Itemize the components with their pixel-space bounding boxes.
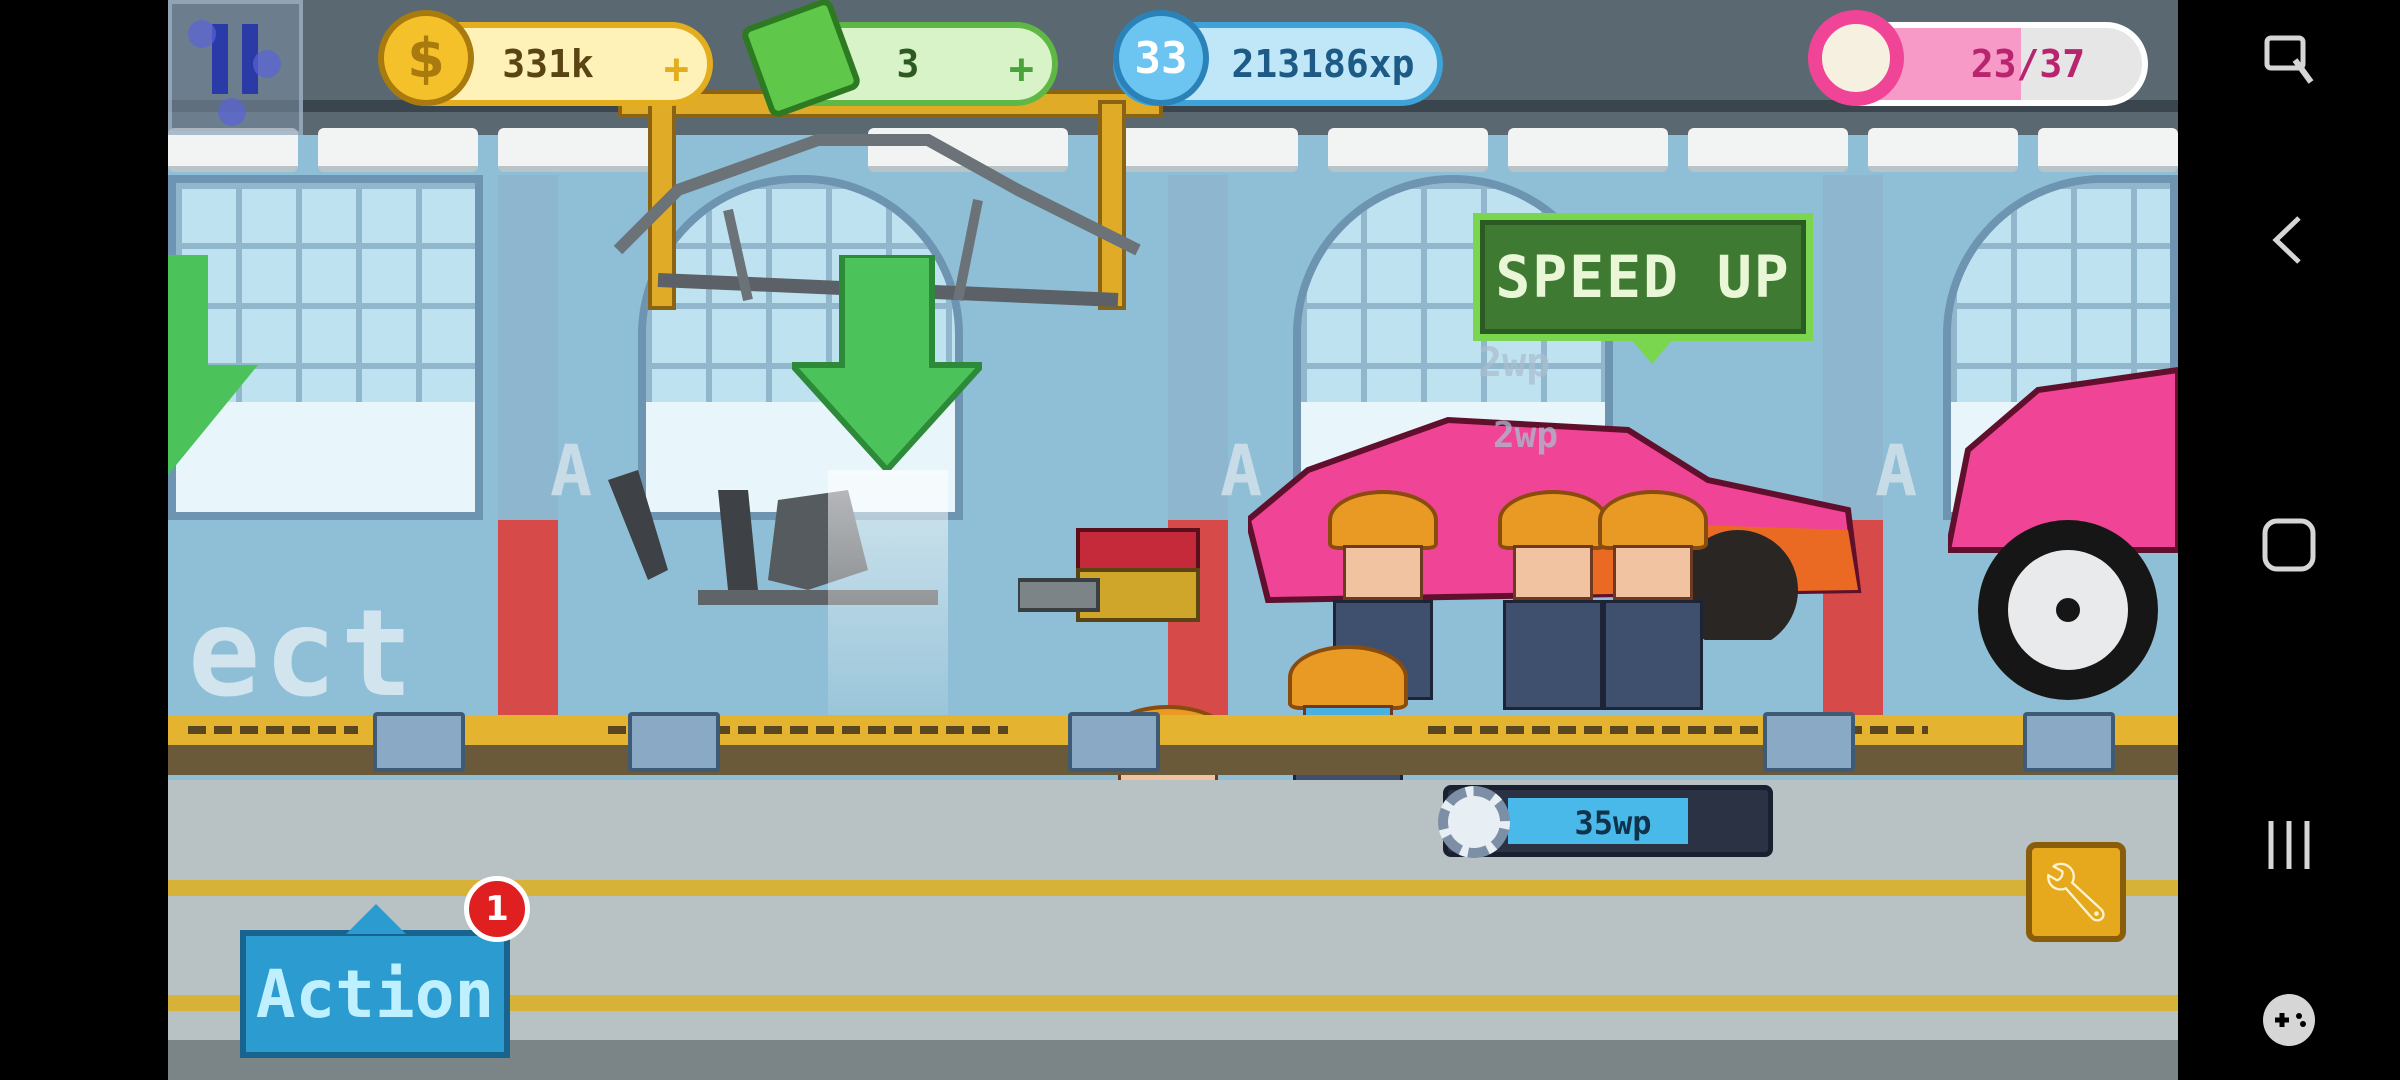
- speed-up-button[interactable]: SPEED UP: [1473, 213, 1813, 364]
- floating-wp-text: 2wp: [1493, 415, 1559, 456]
- game-viewport[interactable]: A A A ect SPEED UP 2wp 2wp 35wp Action 1…: [168, 0, 2178, 1080]
- conveyor-block: [373, 712, 465, 772]
- donut-value: 23/37: [1970, 42, 2086, 86]
- conveyor-block: [2023, 712, 2115, 772]
- conveyor-block: [628, 712, 720, 772]
- coins-value: 331k: [502, 42, 594, 86]
- dollar-coin-icon: $: [378, 10, 474, 106]
- ceiling-light: [1688, 128, 1848, 172]
- down-arrow-icon: [168, 255, 258, 475]
- station-letter: A: [1875, 430, 1918, 512]
- cash-value: 3: [896, 42, 920, 86]
- pause-menu-button[interactable]: [168, 0, 303, 135]
- red-wall-panel: [498, 520, 558, 720]
- level-badge-icon: 33: [1113, 10, 1209, 106]
- background-sign-text: ect: [188, 585, 417, 724]
- rail-marking: [188, 726, 358, 734]
- ceiling-light: [1868, 128, 2018, 172]
- conveyor-block: [1763, 712, 1855, 772]
- add-coins-icon[interactable]: +: [664, 44, 689, 93]
- ceiling-light: [1328, 128, 1488, 172]
- donut-icon: [1808, 10, 1904, 106]
- down-arrow-icon: [792, 255, 982, 470]
- level-value: 33: [1134, 32, 1188, 84]
- home-icon[interactable]: [2178, 490, 2400, 600]
- finished-car: [1948, 366, 2178, 700]
- system-navigation-bar: [2178, 0, 2400, 1080]
- action-notification-badge: 1: [464, 876, 530, 942]
- game-tools-icon[interactable]: [2178, 965, 2400, 1075]
- ceiling-light: [1508, 128, 1668, 172]
- ceiling-light: [2038, 128, 2178, 172]
- screen-capture-icon[interactable]: [2178, 5, 2400, 115]
- worker-character[interactable]: [1588, 490, 1718, 720]
- station-letter: A: [550, 430, 593, 512]
- light-beam: [828, 470, 948, 715]
- ceiling-light: [318, 128, 478, 172]
- wrench-upgrade-button[interactable]: 🔧︎: [2026, 842, 2126, 942]
- work-points-label: 35wp: [1574, 804, 1652, 842]
- work-points-bar: 35wp: [1438, 785, 1773, 858]
- recent-apps-icon[interactable]: [2178, 790, 2400, 900]
- conveyor-block: [1068, 712, 1160, 772]
- floating-wp-text: 2wp: [1478, 340, 1551, 386]
- menu-icon: [188, 20, 281, 126]
- gear-icon: [1438, 786, 1510, 858]
- action-button[interactable]: Action: [240, 904, 510, 1058]
- add-cash-icon[interactable]: +: [1009, 44, 1034, 93]
- back-icon[interactable]: [2178, 185, 2400, 295]
- xp-value: 213186xp: [1231, 42, 1415, 86]
- wrench-icon: 🔧︎: [2039, 857, 2113, 926]
